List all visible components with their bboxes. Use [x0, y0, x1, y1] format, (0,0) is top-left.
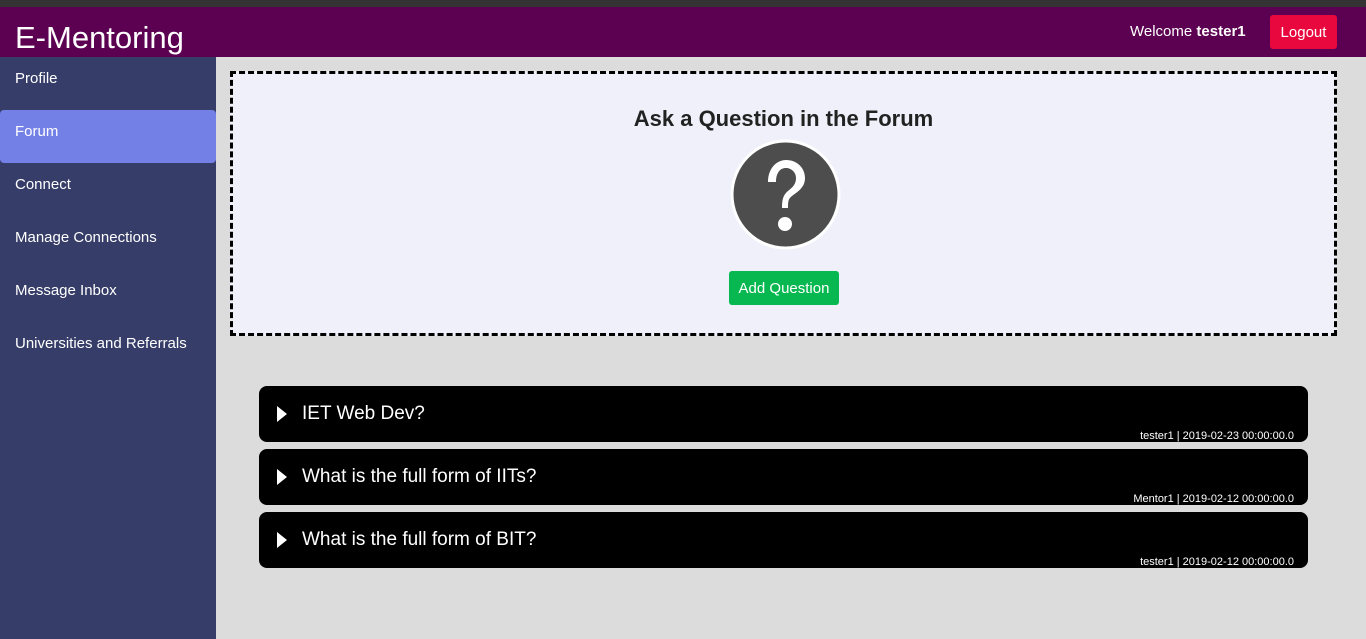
sidebar-item-label: Forum: [15, 123, 59, 140]
caret-right-icon[interactable]: [277, 532, 287, 548]
welcome-username: tester1: [1196, 23, 1246, 40]
app-header: E-Mentoring Welcome tester1 Logout: [0, 7, 1366, 57]
question-item[interactable]: What is the full form of BIT? tester1 | …: [259, 512, 1308, 568]
question-meta: tester1 | 2019-02-23 00:00:00.0: [1140, 430, 1294, 442]
sidebar-item-label: Profile: [15, 70, 58, 87]
sidebar-item-profile[interactable]: Profile: [0, 57, 216, 110]
question-title: What is the full form of BIT?: [302, 529, 537, 550]
add-question-button[interactable]: Add Question: [729, 271, 839, 305]
question-title: What is the full form of IITs?: [302, 466, 537, 487]
logout-button[interactable]: Logout: [1270, 15, 1337, 49]
question-meta: tester1 | 2019-02-12 00:00:00.0: [1140, 556, 1294, 568]
ask-question-title: Ask a Question in the Forum: [633, 106, 934, 131]
brand-title: E-Mentoring: [15, 20, 184, 55]
top-strip: [0, 0, 1366, 7]
question-item[interactable]: IET Web Dev? tester1 | 2019-02-23 00:00:…: [259, 386, 1308, 442]
question-item[interactable]: What is the full form of IITs? Mentor1 |…: [259, 449, 1308, 505]
sidebar-item-manage-connections[interactable]: Manage Connections: [0, 216, 216, 269]
sidebar-item-connect[interactable]: Connect: [0, 163, 216, 216]
welcome-text: Welcome tester1: [1130, 23, 1246, 41]
sidebar-item-label: Manage Connections: [15, 229, 157, 246]
sidebar-item-universities-and-referrals[interactable]: Universities and Referrals: [0, 322, 216, 375]
sidebar-item-label: Connect: [15, 176, 71, 193]
question-mark-icon: [730, 139, 841, 250]
sidebar-item-label: Universities and Referrals: [15, 335, 187, 352]
question-title: IET Web Dev?: [302, 403, 425, 424]
question-meta: Mentor1 | 2019-02-12 00:00:00.0: [1133, 493, 1294, 505]
sidebar: Profile Forum Connect Manage Connections…: [0, 57, 216, 639]
ask-question-panel: Ask a Question in the Forum Add Question: [230, 71, 1337, 336]
sidebar-item-message-inbox[interactable]: Message Inbox: [0, 269, 216, 322]
sidebar-item-forum[interactable]: Forum: [0, 110, 216, 163]
caret-right-icon[interactable]: [277, 469, 287, 485]
caret-right-icon[interactable]: [277, 406, 287, 422]
sidebar-item-label: Message Inbox: [15, 282, 117, 299]
welcome-prefix: Welcome: [1130, 23, 1197, 40]
